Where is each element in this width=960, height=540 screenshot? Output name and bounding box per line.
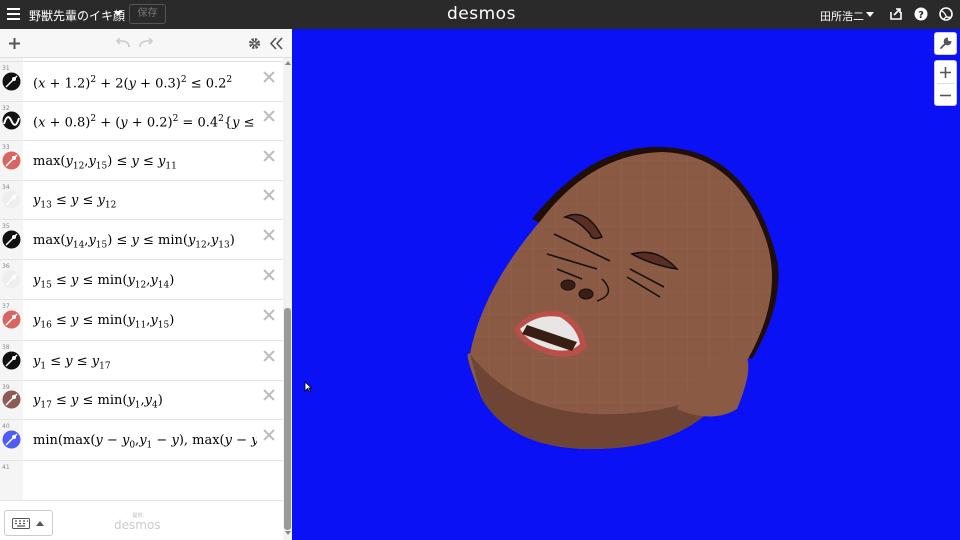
expression-number: 36 bbox=[2, 263, 10, 270]
zoom-out-icon[interactable] bbox=[940, 90, 951, 101]
menu-icon[interactable] bbox=[7, 8, 20, 20]
delete-expression-icon[interactable] bbox=[263, 269, 275, 281]
redo-icon[interactable] bbox=[139, 38, 153, 48]
delete-expression-icon[interactable] bbox=[263, 309, 275, 321]
expression-number: 41 bbox=[2, 464, 10, 471]
delete-expression-icon[interactable] bbox=[263, 350, 275, 362]
graph-title[interactable]: 野獣先輩のイキ顔 bbox=[29, 7, 125, 24]
expression-row[interactable]: 38 y1 ≤ y ≤ y17 bbox=[0, 341, 283, 381]
nostril-right bbox=[578, 288, 594, 300]
expression-number: 31 bbox=[2, 65, 10, 72]
help-icon[interactable]: ? bbox=[914, 7, 928, 21]
scrollbar-thumb[interactable] bbox=[284, 308, 291, 530]
keyboard-toggle-button[interactable] bbox=[4, 510, 53, 536]
chevron-down-icon[interactable] bbox=[114, 11, 122, 16]
shade-style-icon[interactable] bbox=[2, 430, 21, 449]
zoom-controls bbox=[934, 60, 957, 106]
delete-expression-icon[interactable] bbox=[263, 189, 275, 201]
expression-row[interactable]: 39 y17 ≤ y ≤ min(y1,y4) bbox=[0, 381, 283, 420]
point-style-icon[interactable] bbox=[2, 72, 21, 91]
expression-row-empty[interactable]: 41 bbox=[0, 461, 283, 501]
scroll-up-arrow[interactable] bbox=[285, 61, 291, 65]
shade-style-icon[interactable] bbox=[2, 390, 21, 409]
user-name[interactable]: 田所浩二 bbox=[820, 8, 864, 24]
expression-math[interactable]: y17 ≤ y ≤ min(y1,y4) bbox=[33, 393, 257, 411]
powered-by-logo: desmos bbox=[114, 518, 161, 532]
expression-number: 35 bbox=[2, 223, 10, 230]
scroll-down-arrow[interactable] bbox=[285, 531, 291, 535]
keyboard-icon bbox=[12, 518, 30, 529]
nostril-left bbox=[560, 279, 576, 291]
delete-expression-icon[interactable] bbox=[263, 429, 275, 441]
collapse-panel-icon[interactable] bbox=[270, 37, 283, 50]
desmos-logo: desmos bbox=[447, 4, 516, 24]
expression-math[interactable]: (x + 1.2)2 + 2(y + 0.3)2 ≤ 0.22 bbox=[33, 75, 257, 91]
expression-toolbar bbox=[0, 29, 292, 58]
expression-row[interactable]: 32 (x + 0.8)2 + (y + 0.2)2 = 0.42{y ≤ 2x… bbox=[0, 102, 283, 141]
mouse-cursor-icon bbox=[304, 381, 312, 393]
expression-math[interactable]: (x + 0.8)2 + (y + 0.2)2 = 0.42{y ≤ 2x + bbox=[33, 114, 257, 130]
expression-number: 37 bbox=[2, 303, 10, 310]
delete-expression-icon[interactable] bbox=[263, 389, 275, 401]
expression-row[interactable]: 35 max(y14,y15) ≤ y ≤ min(y12,y13) bbox=[0, 220, 283, 260]
expression-row[interactable]: 33 max(y12,y15) ≤ y ≤ y11 bbox=[0, 141, 283, 181]
shade-style-icon[interactable] bbox=[2, 230, 21, 249]
divider bbox=[937, 83, 954, 84]
expression-list: 31 (x + 1.2)2 + 2(y + 0.3)2 ≤ 0.22 32 (x… bbox=[0, 58, 283, 540]
chevron-up-icon bbox=[36, 521, 44, 526]
expression-math[interactable]: max(y14,y15) ≤ y ≤ min(y12,y13) bbox=[33, 233, 257, 251]
expression-row[interactable]: 37 y16 ≤ y ≤ min(y11,y15) bbox=[0, 300, 283, 341]
expression-math[interactable]: min(max(y − y0,y1 − y), max(y − y4,y17 − bbox=[33, 433, 257, 451]
expression-number: 38 bbox=[2, 344, 10, 351]
shade-style-icon[interactable] bbox=[2, 351, 21, 370]
svg-text:?: ? bbox=[918, 10, 924, 21]
expression-math[interactable]: y15 ≤ y ≤ min(y12,y14) bbox=[33, 273, 257, 291]
top-bar: 野獣先輩のイキ顔 保存 desmos 田所浩二 ? bbox=[0, 0, 960, 29]
expression-row[interactable]: 40 min(max(y − y0,y1 − y), max(y − y4,y1… bbox=[0, 420, 283, 461]
gear-icon[interactable] bbox=[248, 37, 261, 50]
zoom-in-icon[interactable] bbox=[940, 67, 951, 78]
globe-icon[interactable] bbox=[939, 7, 953, 21]
shade-style-icon[interactable] bbox=[2, 310, 21, 329]
shade-style-icon[interactable] bbox=[2, 151, 21, 170]
expression-panel: 31 (x + 1.2)2 + 2(y + 0.3)2 ≤ 0.22 32 (x… bbox=[0, 29, 292, 540]
expression-math[interactable]: y1 ≤ y ≤ y17 bbox=[33, 354, 257, 372]
share-icon[interactable] bbox=[889, 7, 903, 21]
expression-math[interactable]: y13 ≤ y ≤ y12 bbox=[33, 193, 257, 211]
expression-number: 40 bbox=[2, 423, 10, 430]
expression-row[interactable]: 31 (x + 1.2)2 + 2(y + 0.3)2 ≤ 0.22 bbox=[0, 62, 283, 102]
delete-expression-icon[interactable] bbox=[263, 110, 275, 122]
shade-style-icon[interactable] bbox=[2, 190, 21, 209]
graph-canvas[interactable] bbox=[292, 29, 960, 540]
add-expression-icon[interactable] bbox=[8, 37, 21, 50]
expression-row[interactable]: 36 y15 ≤ y ≤ min(y12,y14) bbox=[0, 260, 283, 300]
delete-expression-icon[interactable] bbox=[263, 229, 275, 241]
wave-style-icon[interactable] bbox=[2, 111, 21, 130]
expression-math[interactable]: y16 ≤ y ≤ min(y11,y15) bbox=[33, 313, 257, 331]
expression-number: 33 bbox=[2, 144, 10, 151]
wrench-icon bbox=[940, 37, 952, 49]
graph-settings-button[interactable] bbox=[934, 32, 957, 55]
undo-icon[interactable] bbox=[116, 38, 130, 48]
delete-expression-icon[interactable] bbox=[263, 71, 275, 83]
expression-math[interactable]: max(y12,y15) ≤ y ≤ y11 bbox=[33, 154, 257, 172]
save-button[interactable]: 保存 bbox=[129, 4, 166, 24]
shade-style-icon[interactable] bbox=[2, 270, 21, 289]
expression-row[interactable]: 34 y13 ≤ y ≤ y12 bbox=[0, 181, 283, 220]
user-chevron-down-icon[interactable] bbox=[866, 12, 874, 17]
delete-expression-icon[interactable] bbox=[263, 150, 275, 162]
face-drawing bbox=[467, 146, 779, 449]
